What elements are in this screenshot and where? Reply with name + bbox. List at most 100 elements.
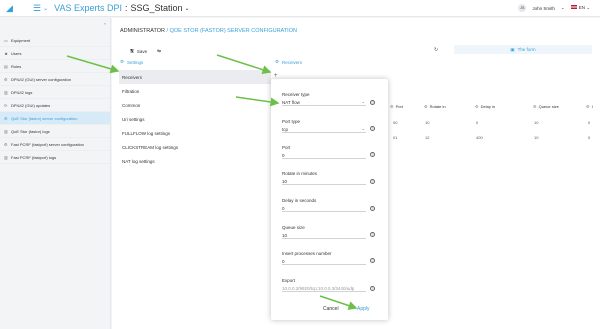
field-label: Delay in seconds (282, 198, 317, 203)
help-icon[interactable]: ? (370, 232, 375, 237)
settings-icon: ⚙ (586, 104, 590, 109)
table-cell: 10 (534, 135, 539, 140)
rotate-minutes-input[interactable]: 10 (282, 179, 366, 185)
receivers-header: ⚙ Receivers (275, 59, 302, 65)
help-icon[interactable]: ? (370, 126, 375, 131)
station-chevron-icon[interactable]: ⌄ (185, 5, 190, 12)
help-icon[interactable]: ? (370, 206, 375, 211)
column-header-extra[interactable]: ⚙ I (586, 104, 593, 109)
delay-seconds-field[interactable]: Delay in seconds 0 (282, 198, 366, 212)
menu-icon[interactable]: ☰ (33, 3, 41, 14)
breadcrumb: ADMINISTRATOR / QOE STOR (FASTOR) SERVER… (120, 28, 297, 34)
help-icon[interactable]: ? (370, 100, 375, 105)
settings-item-nat[interactable]: NAT log settings (119, 154, 271, 168)
port-type-field[interactable]: Port type tcp ⌄ (282, 119, 366, 133)
chevron-down-icon[interactable]: ⌄ (362, 126, 365, 131)
bar-chart-icon: ▥ (4, 128, 8, 134)
field-label: Export (282, 278, 296, 283)
sidebar-item-dpiui2-config[interactable]: ⚙ DPIUI2 (GUI) server configuration (0, 73, 110, 86)
sidebar-item-fastpcrf-logs[interactable]: ▥ Fast PCRF (fastpcrf) logs (0, 151, 110, 164)
save-button[interactable]: 🖫 Save (130, 47, 147, 55)
user-chevron-icon[interactable]: ⌄ (561, 5, 565, 11)
sidebar-item-dpiui2-logs[interactable]: ▥ DPIUI2 logs (0, 86, 110, 99)
port-type-select[interactable]: tcp ⌄ (282, 126, 366, 133)
sidebar-item-label: Roles (11, 63, 22, 69)
field-label: Port (282, 145, 291, 150)
column-header-queue[interactable]: ⚙ Queue size (533, 104, 559, 109)
help-icon[interactable]: ? (370, 286, 375, 291)
field-label: Insert processes number (282, 251, 332, 256)
column-label: Rotate in (429, 104, 446, 109)
delay-seconds-input[interactable]: 0 (282, 206, 366, 212)
settings-item-fullflow[interactable]: FULLFLOW log settings (119, 126, 271, 140)
station-selector[interactable]: SSG_Station (130, 3, 182, 13)
column-header-port[interactable]: ⚙ Port (390, 104, 403, 109)
export-input[interactable]: 10.0.0.2/9920/tcp;10.0.0.3/3440/udp (282, 286, 366, 292)
sidebar-nav: ▭ Equipment ☻ Users ▤ Roles ⚙ DPIUI2 (GUI) s… (0, 34, 110, 164)
column-header-rotate[interactable]: ⚙ Rotate in (424, 104, 446, 109)
field-label: Receiver type (282, 92, 310, 97)
settings-item-common[interactable]: Common (119, 98, 271, 112)
table-cell: 01 (393, 135, 398, 140)
avatar[interactable]: JS (518, 4, 527, 12)
column-header-delay[interactable]: ⚙ Delay in (475, 104, 495, 109)
collapse-sidebar-icon[interactable]: « (104, 21, 106, 26)
save-label: Save (136, 48, 148, 54)
sidebar-item-roles[interactable]: ▤ Roles (0, 60, 110, 73)
field-value: NAT flow (282, 100, 300, 105)
breadcrumb-current: QOE STOR (FASTOR) SERVER CONFIGURATION (169, 28, 297, 34)
column-label: I (591, 104, 593, 109)
table-cell: 10 (534, 120, 539, 125)
settings-icon: ⚙ (4, 76, 8, 82)
help-icon[interactable]: ? (370, 179, 375, 184)
receiver-type-select[interactable]: NAT flow ⌄ (282, 99, 366, 106)
form-icon: ▣ (510, 46, 515, 52)
rotate-minutes-field[interactable]: Rotate in minutes 10 (282, 171, 366, 185)
queue-size-input[interactable]: 10 (282, 233, 366, 239)
chevron-down-icon[interactable]: ⌄ (43, 5, 48, 12)
settings-item-uri[interactable]: Uri settings (119, 112, 271, 126)
settings-icon: ⚙ (4, 141, 8, 147)
refresh-icon[interactable]: ↻ (434, 47, 438, 53)
swap-button[interactable]: ⇆ (157, 47, 161, 55)
settings-item-filtration[interactable]: Filtration (119, 84, 271, 98)
insert-processes-input[interactable]: 0 (282, 259, 366, 265)
column-label: Port (395, 104, 403, 109)
sidebar-item-qoe-stor-config[interactable]: ⚙ QoE Stor (fastor) server configuration (0, 112, 110, 125)
swap-icon: ⇆ (157, 48, 161, 53)
roles-icon: ▤ (4, 63, 8, 69)
sidebar-item-qoe-stor-logs[interactable]: ▥ QoE Stor (fastor) logs (0, 125, 110, 138)
user-name[interactable]: John Smith (532, 6, 555, 11)
sidebar-item-label: DPIUI2 logs (11, 89, 33, 95)
server-icon: ▭ (4, 37, 8, 43)
apply-button[interactable]: Apply (357, 306, 370, 312)
port-input[interactable]: 0 (282, 153, 366, 159)
chevron-down-icon[interactable]: ⌄ (362, 99, 365, 104)
settings-item-receivers[interactable]: Receivers (119, 70, 271, 84)
cancel-button[interactable]: Cancel (323, 306, 339, 312)
settings-item-clickstream[interactable]: CLICKSTREAM log settings (119, 140, 271, 154)
field-label: Rotate in minutes (282, 171, 318, 176)
gear-icon: ⚙ (275, 59, 280, 64)
settings-icon: ⚙ (424, 104, 428, 109)
port-field[interactable]: Port 0 (282, 145, 366, 159)
queue-size-field[interactable]: Queue size 10 (282, 225, 366, 239)
sidebar-item-label: DPIUI2 (GUI) updates (11, 102, 51, 108)
sidebar-item-dpiui2-updates[interactable]: ⟳ DPIUI2 (GUI) updates (0, 99, 110, 112)
breadcrumb-root[interactable]: ADMINISTRATOR (120, 28, 165, 34)
tab-the-form[interactable]: ▣ The form (454, 45, 592, 54)
language-label: EN (578, 5, 585, 10)
export-field[interactable]: Export 10.0.0.2/9920/tcp;10.0.0.3/3440/u… (282, 278, 366, 292)
settings-icon: ⚙ (4, 115, 8, 121)
sidebar-item-equipment[interactable]: ▭ Equipment (0, 34, 110, 47)
column-label: Queue size (538, 104, 559, 109)
help-icon[interactable]: ? (370, 152, 375, 157)
table-cell: 12 (425, 135, 430, 140)
sidebar-item-fastpcrf-config[interactable]: ⚙ Fast PCRF (fastpcrf) server configurati… (0, 138, 110, 151)
language-selector[interactable]: EN ⌄ (570, 5, 590, 11)
sidebar-item-users[interactable]: ☻ Users (0, 47, 110, 60)
insert-processes-field[interactable]: Insert processes number 0 (282, 251, 366, 265)
vas-logo-icon[interactable]: ◢ (6, 3, 20, 13)
help-icon[interactable]: ? (370, 258, 375, 263)
receiver-type-field[interactable]: Receiver type NAT flow ⌄ (282, 92, 366, 106)
